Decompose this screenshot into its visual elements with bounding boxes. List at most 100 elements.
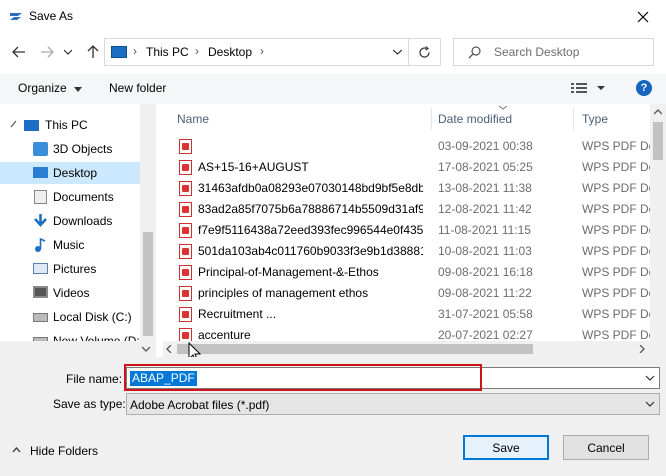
pdf-file-icon: [179, 139, 192, 154]
file-name-label: File name:: [66, 372, 123, 386]
nav-item-this-pc[interactable]: This PC: [0, 114, 140, 136]
column-header-type[interactable]: Type: [582, 112, 608, 126]
breadcrumb-desktop[interactable]: Desktop: [208, 45, 252, 59]
nav-item-label: Pictures: [53, 262, 97, 276]
chevron-down-icon: [645, 401, 655, 407]
file-name: 501da103ab4c011760b9033f3e9b1d38881...: [198, 244, 423, 258]
scrollbar-thumb[interactable]: [653, 122, 663, 160]
save-as-type-select[interactable]: Adobe Acrobat files (*.pdf): [126, 393, 660, 415]
nav-item-desktop[interactable]: Desktop: [0, 162, 140, 184]
file-date: 09-08-2021 11:22: [438, 286, 532, 300]
nav-horizontal-scrollbar[interactable]: [0, 341, 156, 357]
nav-item-local-disk[interactable]: Local Disk (C:): [0, 306, 140, 328]
nav-item-downloads[interactable]: Downloads: [0, 210, 140, 232]
breadcrumb-chevron-icon[interactable]: ›: [260, 44, 264, 58]
scroll-up-icon[interactable]: [654, 109, 662, 115]
navigation-pane: This PC 3D Objects Desktop Documents Dow…: [0, 104, 156, 357]
nav-item-3d-objects[interactable]: 3D Objects: [0, 138, 140, 160]
nav-item-videos[interactable]: Videos: [0, 282, 140, 304]
nav-item-label: Downloads: [53, 214, 113, 228]
nav-item-label: Music: [53, 238, 85, 252]
pdf-file-icon: [179, 223, 192, 238]
pc-icon: [111, 46, 127, 58]
breadcrumb-chevron-icon[interactable]: ›: [133, 44, 137, 58]
arrow-right-icon: [41, 46, 54, 58]
nav-item-music[interactable]: Music: [0, 234, 140, 256]
pdf-file-icon: [179, 202, 192, 217]
close-button[interactable]: [620, 0, 666, 33]
pdf-file-icon: [179, 265, 192, 280]
close-icon: [637, 11, 649, 22]
file-date: 09-08-2021 16:18: [438, 265, 533, 279]
nav-item-label: Videos: [53, 286, 90, 300]
file-date: 13-08-2021 11:38: [438, 181, 532, 195]
scroll-left-icon[interactable]: [166, 345, 172, 353]
file-name: accenture: [198, 328, 251, 342]
breadcrumb-chevron-icon[interactable]: ›: [195, 44, 199, 58]
chevron-up-icon: [12, 447, 21, 453]
file-row[interactable]: 03-09-2021 00:38 WPS PDF Doc: [175, 136, 661, 157]
nav-item-label: Documents: [53, 190, 114, 204]
search-input[interactable]: Search Desktop: [453, 38, 654, 66]
scrollbar-thumb[interactable]: [143, 232, 153, 336]
file-name: 83ad2a85f7075b6a78886714b5509d31af9e ...: [198, 202, 423, 216]
file-row[interactable]: f7e9f5116438a72eed393fec996544e0f4351...…: [175, 220, 661, 241]
chevron-down-icon[interactable]: [142, 346, 150, 352]
nav-vertical-scrollbar[interactable]: [140, 104, 156, 357]
file-horizontal-scrollbar[interactable]: [163, 341, 666, 357]
nav-item-label: Local Disk (C:): [53, 310, 132, 324]
command-toolbar: Organize New folder ?: [0, 74, 666, 104]
back-button[interactable]: [10, 43, 28, 61]
file-row[interactable]: 31463afdb0a08293e07030148bd9bf5e8db0... …: [175, 178, 661, 199]
file-row[interactable]: Principal-of-Management-&-Ethos 09-08-20…: [175, 262, 661, 283]
pdf-file-icon: [179, 286, 192, 301]
refresh-button[interactable]: [409, 38, 441, 66]
file-vertical-scrollbar[interactable]: [650, 104, 666, 341]
nav-item-documents[interactable]: Documents: [0, 186, 140, 208]
column-header-date[interactable]: Date modified: [438, 112, 512, 126]
save-as-type-value: Adobe Acrobat files (*.pdf): [130, 398, 270, 412]
file-name-input[interactable]: ABAP_PDF: [126, 367, 660, 389]
recent-locations-button[interactable]: [62, 43, 74, 61]
arrow-up-icon: [87, 45, 99, 58]
file-row[interactable]: principles of management ethos 09-08-202…: [175, 283, 661, 304]
pc-icon: [24, 120, 39, 131]
new-folder-button[interactable]: New folder: [109, 81, 166, 95]
music-icon: [35, 238, 46, 252]
3d-objects-icon: [33, 142, 48, 156]
save-button[interactable]: Save: [463, 435, 549, 460]
arrow-left-icon: [12, 46, 25, 58]
view-options-button[interactable]: [571, 82, 605, 97]
up-button[interactable]: [84, 43, 102, 61]
file-row[interactable]: AS+15-16+AUGUST 17-08-2021 05:25 WPS PDF…: [175, 157, 661, 178]
cancel-button[interactable]: Cancel: [563, 435, 649, 460]
pdf-file-icon: [179, 307, 192, 322]
nav-item-pictures[interactable]: Pictures: [0, 258, 140, 280]
column-header-name[interactable]: Name: [177, 112, 209, 126]
forward-button[interactable]: [38, 43, 56, 61]
details-view-icon: [571, 83, 605, 93]
pdf-file-icon: [179, 181, 192, 196]
file-row[interactable]: Recruitment ... 31-07-2021 05:58 WPS PDF…: [175, 304, 661, 325]
organize-button[interactable]: Organize: [18, 81, 83, 95]
file-date: 03-09-2021 00:38: [438, 139, 533, 153]
window-title: Save As: [29, 9, 74, 23]
column-divider[interactable]: [431, 108, 432, 130]
file-name: Recruitment ...: [198, 307, 277, 321]
help-button[interactable]: ?: [636, 80, 652, 96]
pdf-file-icon: [179, 244, 192, 259]
search-placeholder: Search Desktop: [494, 45, 580, 59]
nav-item-label: 3D Objects: [53, 142, 113, 156]
drive-icon: [33, 313, 48, 322]
file-row[interactable]: 83ad2a85f7075b6a78886714b5509d31af9e ...…: [175, 199, 661, 220]
address-dropdown-button[interactable]: [387, 38, 409, 66]
breadcrumb-this-pc[interactable]: This PC: [146, 45, 189, 59]
chevron-down-icon[interactable]: [645, 372, 655, 384]
scrollbar-thumb[interactable]: [177, 344, 533, 354]
nav-item-label: This PC: [45, 118, 88, 132]
scroll-right-icon[interactable]: [639, 345, 645, 353]
file-row[interactable]: 501da103ab4c011760b9033f3e9b1d38881... 1…: [175, 241, 661, 262]
hide-folders-label: Hide Folders: [30, 444, 99, 458]
videos-icon: [33, 286, 48, 298]
column-divider[interactable]: [573, 108, 574, 130]
